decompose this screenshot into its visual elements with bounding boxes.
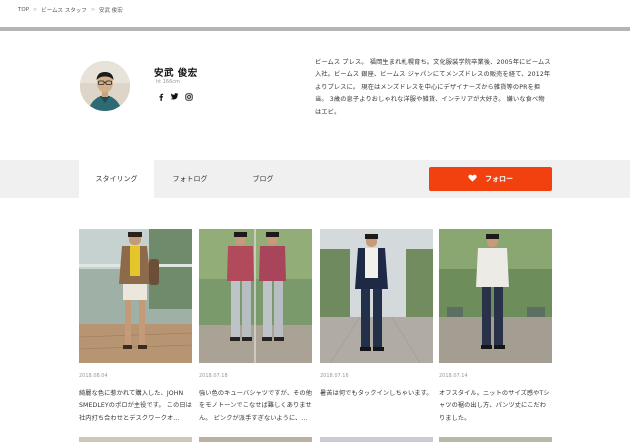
breadcrumb: TOP > ビームス スタッフ > 安武 俊宏 [18, 6, 123, 14]
breadcrumb-current: 安武 俊宏 [99, 8, 123, 14]
post-date: 2018.07.18 [199, 373, 228, 379]
profile-section: 安武 俊宏 ht 166cm ビームス プレス。 福岡生まれ札幌育ち。文化服装学… [0, 31, 630, 160]
avatar [80, 61, 130, 111]
styling-card[interactable]: 2018.07.16 暑苦は何でもタックインしちゃいます。 [320, 229, 433, 400]
post-description: オフスタイル。ニットのサイズ感やTシャツの裾の出し方、パンツ丈にこだわりました。 [439, 390, 550, 422]
follow-label: フォロー [485, 175, 513, 183]
styling-card[interactable]: 2018.07.14 オフスタイル。ニットのサイズ感やTシャツの裾の出し方、パン… [439, 229, 552, 425]
post-description: 暑苦は何でもタックインしちゃいます。 [320, 390, 433, 397]
breadcrumb-separator-icon: > [90, 7, 96, 13]
tab-blog[interactable]: ブログ [226, 160, 300, 198]
staff-height: ht 166cm [156, 79, 180, 85]
next-row-photo[interactable] [439, 437, 552, 442]
next-row-photo[interactable] [320, 437, 433, 442]
styling-photo[interactable] [199, 229, 312, 363]
post-description: 強い色のキューバシャツですが、その他をモノトーンでこなせば難しくありません。 ピ… [199, 390, 312, 422]
styling-card[interactable]: 2018.08.04 綺麗な色に惹かれて購入した、JOHN SMEDLEYのポロ… [79, 229, 192, 425]
tab-styling[interactable]: スタイリング [79, 160, 154, 198]
facebook-icon[interactable] [156, 92, 165, 101]
post-date: 2018.07.16 [320, 373, 349, 379]
post-date: 2018.07.14 [439, 373, 468, 379]
breadcrumb-separator-icon: > [33, 7, 38, 13]
next-row-photo[interactable] [199, 437, 312, 442]
breadcrumb-staff[interactable]: ビームス スタッフ [41, 6, 87, 14]
styling-card[interactable]: 2018.07.18 強い色のキューバシャツですが、その他をモノトーンでこなせば… [199, 229, 312, 425]
staff-name: 安武 俊宏 [154, 68, 198, 79]
next-row-photo[interactable] [79, 437, 192, 442]
heart-icon [468, 174, 477, 184]
follow-button[interactable]: フォロー [429, 167, 552, 191]
styling-photo[interactable] [79, 229, 192, 363]
post-description: 綺麗な色に惹かれて購入した、JOHN SMEDLEYのポロが主役です。 この日は… [79, 390, 192, 422]
instagram-icon[interactable] [184, 92, 193, 101]
post-date: 2018.08.04 [79, 373, 108, 379]
social-links [156, 92, 193, 101]
staff-bio: ビームス プレス。 福岡生まれ札幌育ち。文化服装学院卒業後、2005年にビームス… [315, 59, 551, 116]
styling-photo[interactable] [320, 229, 433, 363]
styling-photo[interactable] [439, 229, 552, 363]
tab-photolog[interactable]: フォトログ [154, 160, 226, 198]
twitter-icon[interactable] [170, 92, 179, 101]
breadcrumb-top[interactable]: TOP [18, 7, 29, 13]
